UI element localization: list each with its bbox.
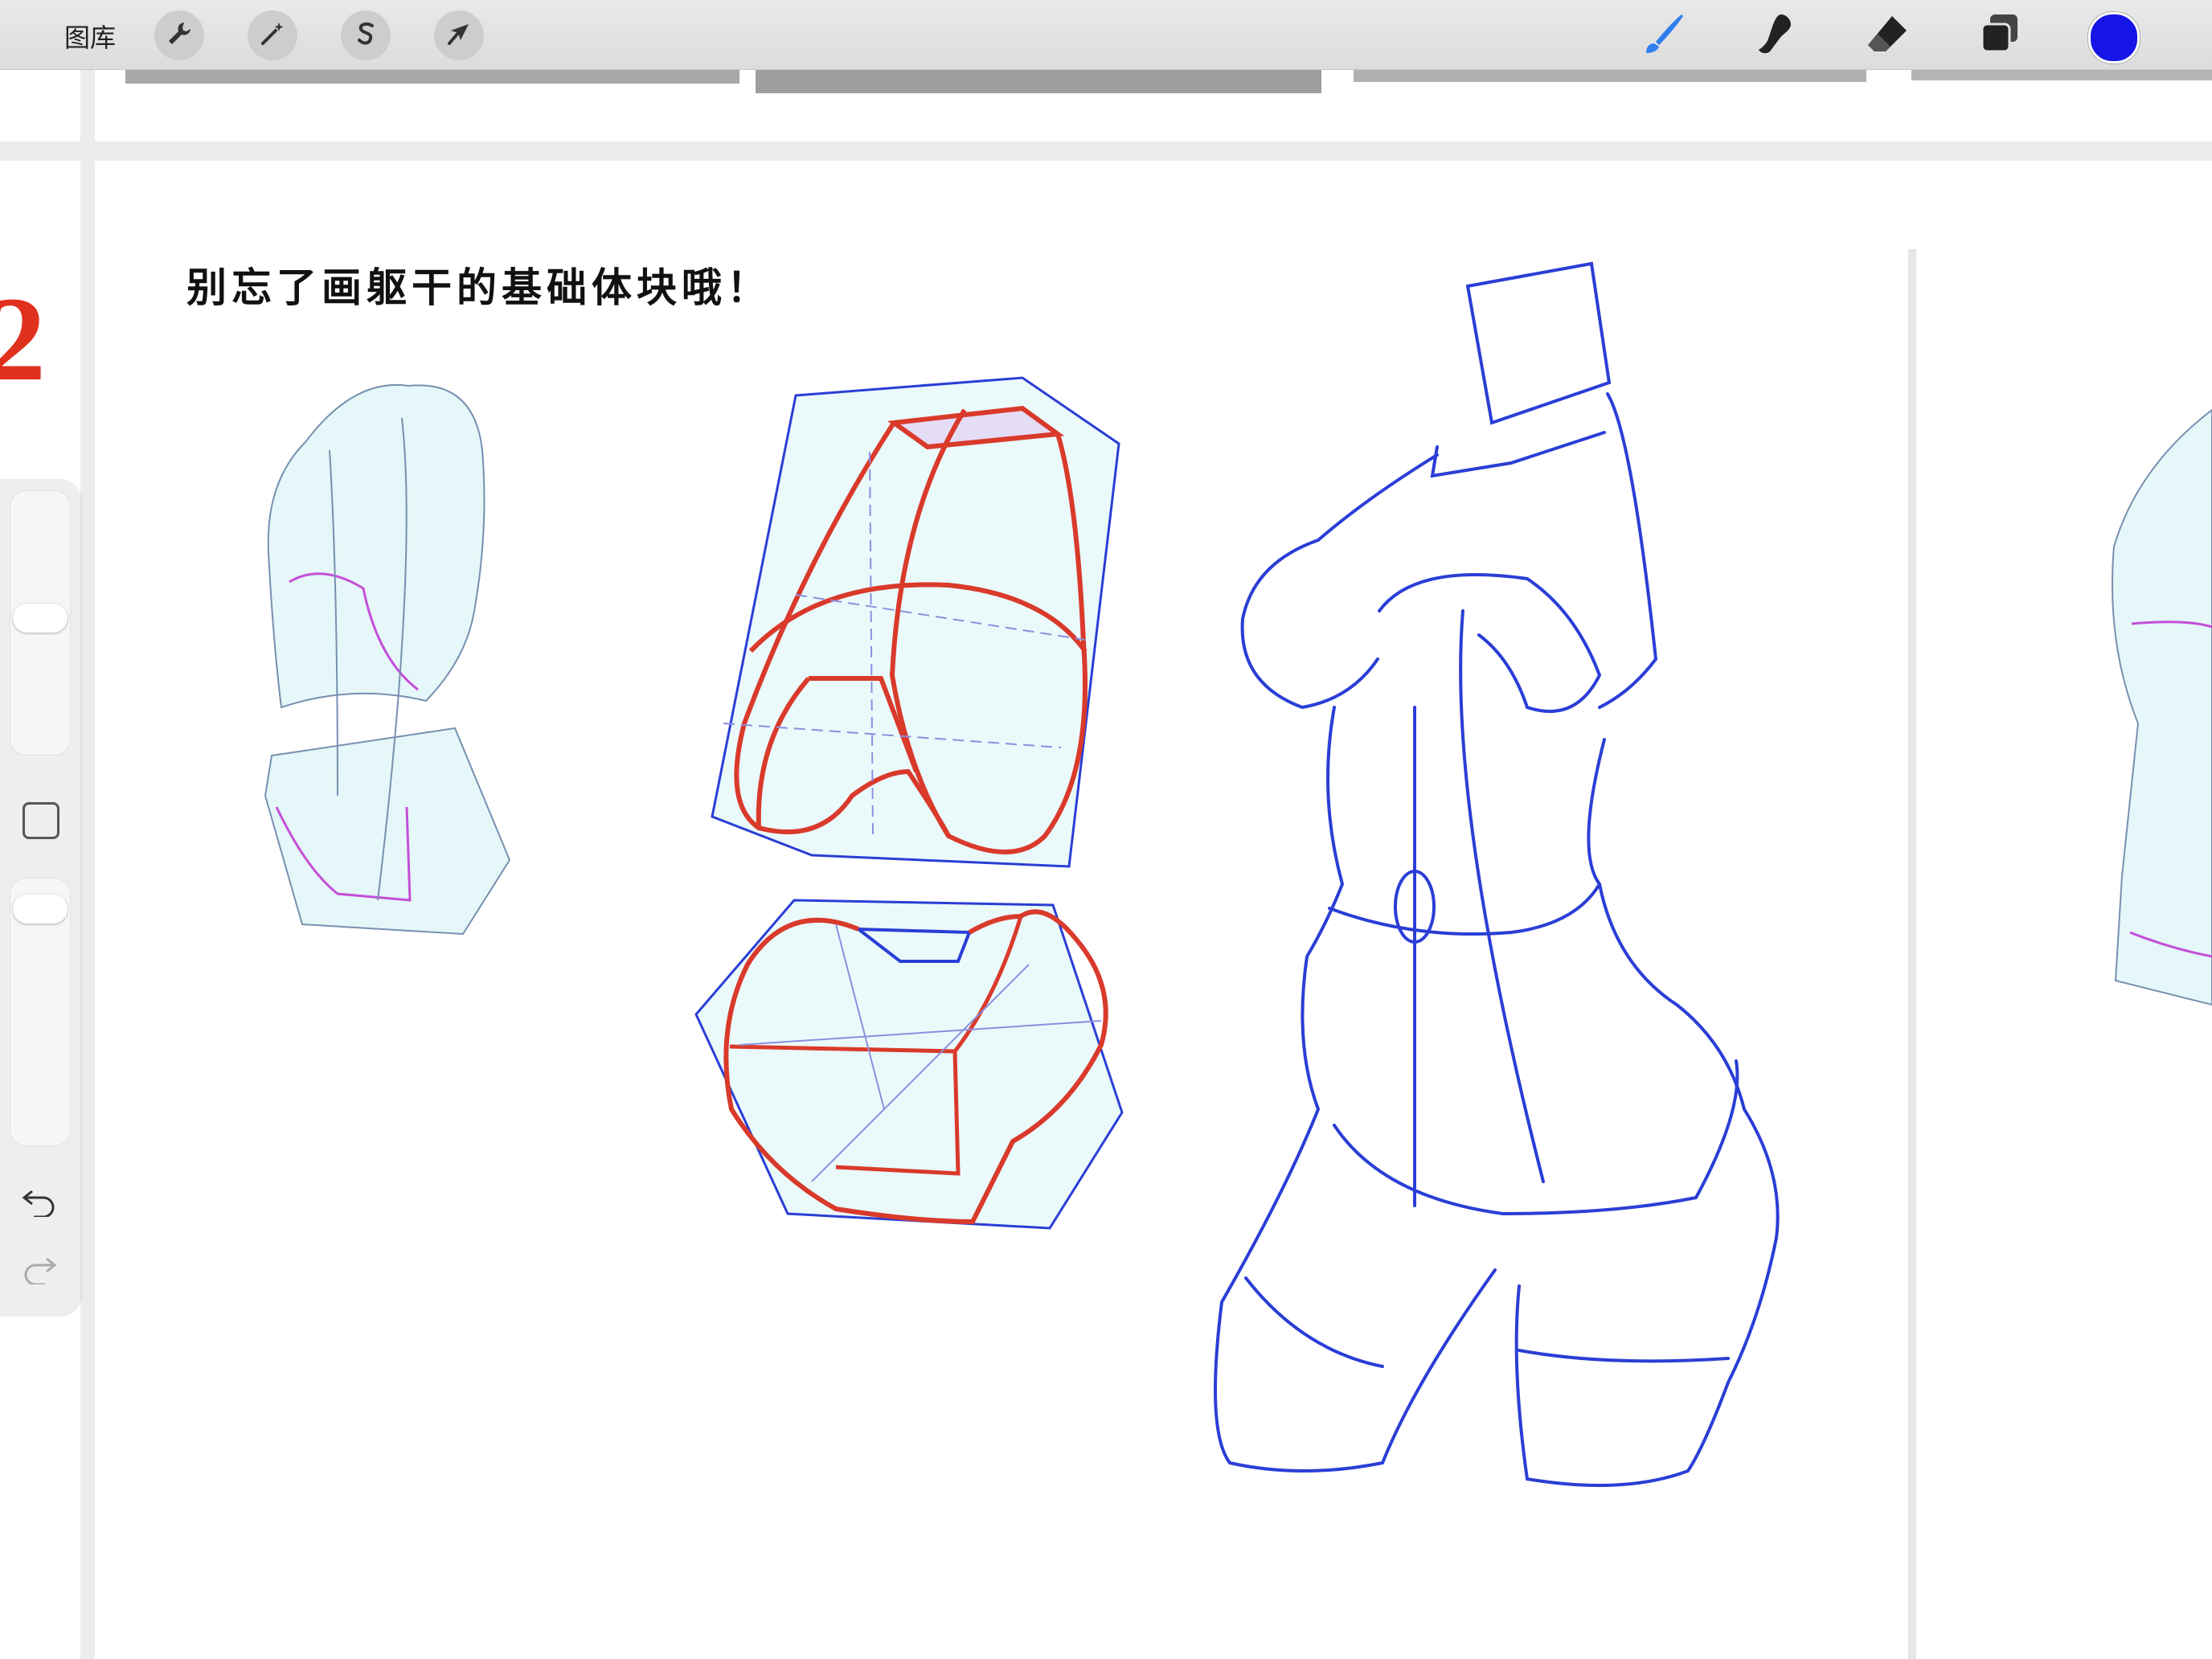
selection-s-icon [351, 19, 380, 52]
smudge-button[interactable] [1751, 11, 1799, 59]
layers-icon [1977, 11, 2022, 60]
redo-icon [21, 1257, 58, 1288]
arrow-cursor-icon [444, 19, 473, 52]
color-swatch-button[interactable] [2088, 12, 2140, 63]
undo-button[interactable] [21, 1185, 58, 1221]
brush-button[interactable] [1640, 11, 1688, 59]
torso-block-sketch-1 [264, 383, 511, 936]
brush-size-thumb[interactable] [13, 604, 68, 633]
opacity-slider[interactable] [10, 878, 71, 1146]
gallery-button[interactable]: 图库 [64, 18, 116, 55]
brush-size-slider[interactable] [10, 490, 71, 756]
left-sidebar [0, 479, 80, 1315]
smudge-icon [1752, 11, 1797, 60]
modify-button[interactable] [23, 802, 59, 839]
top-toolbar: 图库 [0, 0, 2212, 70]
eraser-button[interactable] [1863, 11, 1911, 59]
adjustments-button[interactable] [248, 10, 297, 60]
magic-wand-icon [258, 19, 287, 52]
chest-box-sketch [711, 376, 1120, 868]
pelvis-box-sketch [694, 899, 1124, 1230]
undo-icon [21, 1190, 58, 1220]
selection-button[interactable] [341, 10, 391, 60]
brush-icon [1641, 11, 1686, 60]
opacity-thumb[interactable] [13, 895, 68, 924]
eraser-icon [1865, 11, 1910, 60]
torso-figure-sketch [1214, 261, 1780, 1487]
transform-button[interactable] [434, 10, 484, 60]
partial-torso-block [2112, 408, 2212, 1006]
actions-button[interactable] [154, 10, 204, 60]
wrench-icon [165, 19, 194, 52]
artwork-layer [0, 69, 2212, 1659]
redo-button[interactable] [21, 1252, 58, 1288]
layers-button[interactable] [1976, 11, 2024, 59]
